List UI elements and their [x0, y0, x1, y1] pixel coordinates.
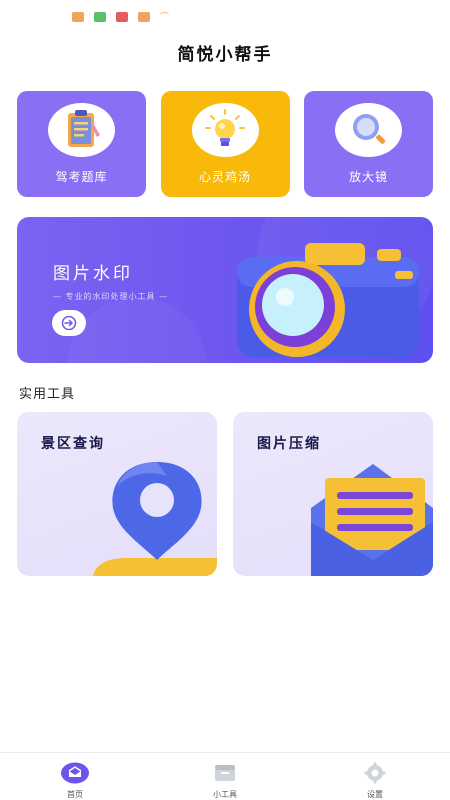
card-label: 放大镜 [348, 170, 388, 184]
envelope-icon [311, 464, 433, 576]
card-inspiration[interactable]: 心灵鸡汤 [160, 91, 290, 197]
app-title: 简悦小帮手 [177, 45, 273, 65]
lightbulb-icon [191, 103, 259, 157]
nav-label: 小工具 [213, 790, 237, 799]
tiktok-icon-red [116, 11, 128, 22]
status-bar: ⌒ [72, 10, 169, 23]
card-label: 驾考题库 [55, 170, 108, 184]
clipboard-icon [48, 103, 115, 157]
magnifier-icon [335, 103, 402, 157]
card-driving-exam[interactable]: 驾考题库 [17, 91, 146, 197]
nav-item-tools[interactable]: 小工具 [150, 753, 300, 800]
location-pin-icon [93, 462, 217, 576]
watermark-banner[interactable]: 图片水印 — 专业的水印处理小工具 — [17, 217, 433, 363]
tool-card-image-compress[interactable]: 图片压缩 [233, 412, 433, 576]
section-title: 实用工具 [19, 387, 76, 402]
bottom-nav: 首页 小工具 设置 [0, 752, 450, 800]
card-label: 心灵鸡汤 [198, 170, 251, 184]
app-icon-orange [72, 11, 84, 22]
toolbox-icon [210, 762, 240, 784]
card-magnifier[interactable]: 放大镜 [304, 91, 433, 197]
nav-item-settings[interactable]: 设置 [300, 753, 450, 800]
arrow-right-icon [61, 316, 77, 330]
nav-label: 首页 [67, 790, 83, 799]
message-icon-green [94, 11, 106, 22]
top-cards: 驾考题库 心灵鸡汤 放大镜 [17, 91, 433, 197]
nav-label: 设置 [367, 790, 383, 799]
banner-arrow-button[interactable] [52, 310, 86, 336]
banner-title: 图片水印 [53, 264, 133, 284]
home-icon [60, 762, 90, 784]
app-icon-orange-2 [138, 11, 150, 22]
wifi-icon: ⌒ [160, 13, 170, 23]
gear-icon [360, 762, 390, 784]
tool-card-scenic-search[interactable]: 景区查询 [17, 412, 217, 576]
camera-icon [227, 237, 433, 363]
banner-subtitle: — 专业的水印处理小工具 — [53, 292, 169, 301]
nav-item-home[interactable]: 首页 [0, 753, 150, 800]
